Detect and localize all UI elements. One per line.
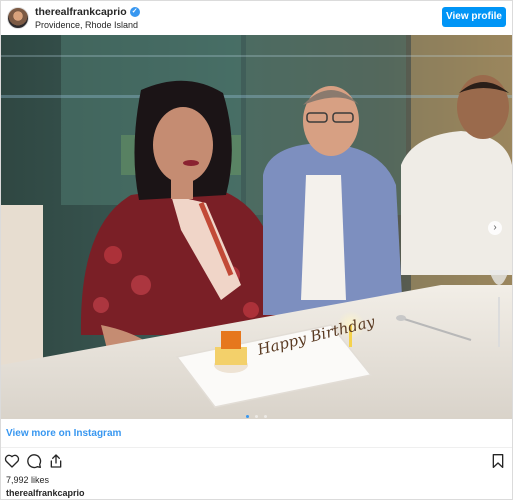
likes-count: 7,992 likes <box>6 475 50 485</box>
instagram-embed: therealfrankcaprio ✓ Providence, Rhode I… <box>0 0 513 500</box>
carousel-dot-2 <box>255 415 258 418</box>
light-streak <box>1 95 512 98</box>
username[interactable]: therealfrankcaprio <box>35 6 127 18</box>
carousel-dot-3 <box>264 415 268 418</box>
view-more-link[interactable]: View more on Instagram <box>6 428 121 439</box>
post-photo[interactable]: Happy Birthday › <box>1 35 512 419</box>
chevron-right-icon[interactable]: › <box>488 221 502 235</box>
location[interactable]: Providence, Rhode Island <box>35 20 140 30</box>
post-header: therealfrankcaprio ✓ Providence, Rhode I… <box>1 1 512 35</box>
comment-icon[interactable] <box>26 453 42 469</box>
man-shirt <box>301 175 346 300</box>
view-profile-button[interactable]: View profile <box>442 7 506 27</box>
share-icon[interactable] <box>48 453 64 469</box>
light-streak-2 <box>1 55 512 57</box>
carousel-dots <box>1 405 512 419</box>
verified-icon: ✓ <box>129 7 140 17</box>
heart-icon[interactable] <box>4 453 20 469</box>
action-bar <box>4 453 64 469</box>
user-block: therealfrankcaprio ✓ Providence, Rhode I… <box>35 6 140 30</box>
footer-username[interactable]: therealfrankcaprio <box>6 488 85 498</box>
username-row: therealfrankcaprio ✓ <box>35 6 140 18</box>
man-right-shirt <box>401 131 512 275</box>
carousel-dot-1 <box>245 415 249 418</box>
divider <box>1 447 512 448</box>
cake <box>215 347 247 365</box>
woman-face <box>153 107 213 183</box>
bookmark-icon[interactable] <box>490 453 506 469</box>
photo-scene: Happy Birthday <box>1 35 512 419</box>
chair-left <box>1 205 43 365</box>
cake-topping <box>221 331 241 349</box>
avatar[interactable] <box>7 7 29 29</box>
